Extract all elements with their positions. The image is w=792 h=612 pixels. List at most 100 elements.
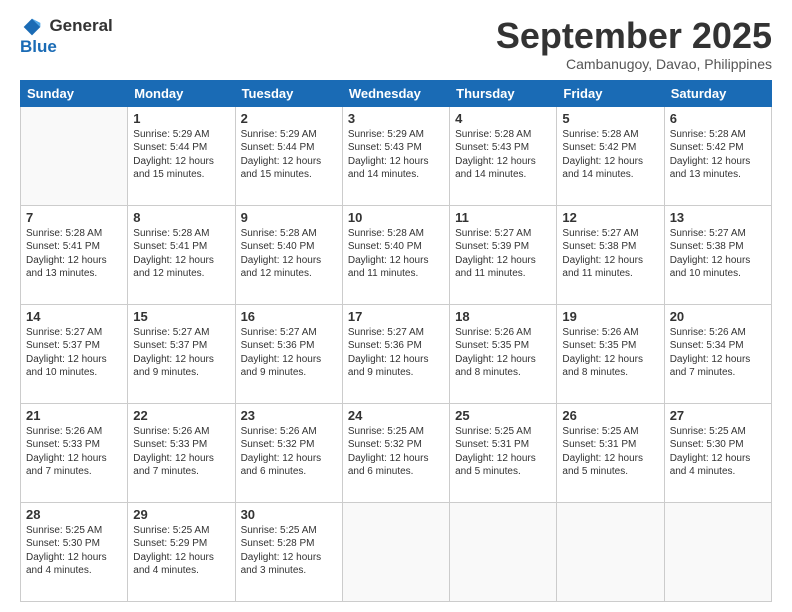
month-title: September 2025 [496,16,772,56]
day-info: Sunrise: 5:27 AM Sunset: 5:37 PM Dayligh… [133,326,229,380]
day-info: Sunrise: 5:27 AM Sunset: 5:36 PM Dayligh… [348,326,444,380]
day-info: Sunrise: 5:28 AM Sunset: 5:40 PM Dayligh… [348,227,444,281]
day-info: Sunrise: 5:28 AM Sunset: 5:41 PM Dayligh… [133,227,229,281]
day-number: 13 [670,210,766,225]
day-cell: 7Sunrise: 5:28 AM Sunset: 5:41 PM Daylig… [21,205,128,304]
day-number: 22 [133,408,229,423]
day-number: 21 [26,408,122,423]
day-number: 26 [562,408,658,423]
day-number: 6 [670,111,766,126]
day-info: Sunrise: 5:26 AM Sunset: 5:33 PM Dayligh… [26,425,122,479]
day-cell: 13Sunrise: 5:27 AM Sunset: 5:38 PM Dayli… [664,205,771,304]
day-number: 17 [348,309,444,324]
day-info: Sunrise: 5:28 AM Sunset: 5:43 PM Dayligh… [455,128,551,182]
day-cell [21,106,128,205]
day-number: 12 [562,210,658,225]
day-info: Sunrise: 5:25 AM Sunset: 5:29 PM Dayligh… [133,524,229,578]
day-cell: 15 Sunrise: 5:27 AM Sunset: 5:37 PM Dayli… [128,304,235,403]
day-info: Sunrise: 5:27 AM Sunset: 5:39 PM Dayligh… [455,227,551,281]
day-number: 18 [455,309,551,324]
day-info: Sunrise: 5:25 AM Sunset: 5:30 PM Dayligh… [670,425,766,479]
day-info: Sunrise: 5:29 AM Sunset: 5:44 PM Dayligh… [133,128,229,182]
week-row-2: 7Sunrise: 5:28 AM Sunset: 5:41 PM Daylig… [21,205,772,304]
week-row-4: 21 Sunrise: 5:26 AM Sunset: 5:33 PM Dayli… [21,403,772,502]
day-number: 1 [133,111,229,126]
day-number: 2 [241,111,337,126]
day-info: Sunrise: 5:25 AM Sunset: 5:31 PM Dayligh… [455,425,551,479]
week-row-5: 28Sunrise: 5:25 AM Sunset: 5:30 PM Dayli… [21,502,772,601]
day-cell: 23 Sunrise: 5:26 AM Sunset: 5:32 PM Dayli… [235,403,342,502]
day-cell: 29 Sunrise: 5:25 AM Sunset: 5:29 PM Dayli… [128,502,235,601]
day-number: 4 [455,111,551,126]
day-cell: 18 Sunrise: 5:26 AM Sunset: 5:35 PM Dayli… [450,304,557,403]
day-number: 24 [348,408,444,423]
day-cell: 27 Sunrise: 5:25 AM Sunset: 5:30 PM Dayli… [664,403,771,502]
day-info: Sunrise: 5:27 AM Sunset: 5:36 PM Dayligh… [241,326,337,380]
day-number: 8 [133,210,229,225]
day-number: 20 [670,309,766,324]
logo-icon [22,17,42,37]
day-cell: 16 Sunrise: 5:27 AM Sunset: 5:36 PM Dayli… [235,304,342,403]
day-cell: 4 Sunrise: 5:28 AM Sunset: 5:43 PM Daylig… [450,106,557,205]
day-number: 15 [133,309,229,324]
calendar-page: General Blue September 2025 Cambanugoy, … [0,0,792,612]
day-cell: 24 Sunrise: 5:25 AM Sunset: 5:32 PM Dayli… [342,403,449,502]
day-info: Sunrise: 5:26 AM Sunset: 5:35 PM Dayligh… [562,326,658,380]
day-cell: 17 Sunrise: 5:27 AM Sunset: 5:36 PM Dayli… [342,304,449,403]
day-info: Sunrise: 5:25 AM Sunset: 5:28 PM Dayligh… [241,524,337,578]
day-number: 30 [241,507,337,522]
col-sunday: Sunday [21,80,128,106]
day-cell [557,502,664,601]
day-number: 19 [562,309,658,324]
day-cell: 12 Sunrise: 5:27 AM Sunset: 5:38 PM Dayli… [557,205,664,304]
day-number: 27 [670,408,766,423]
day-info: Sunrise: 5:26 AM Sunset: 5:32 PM Dayligh… [241,425,337,479]
day-info: Sunrise: 5:28 AM Sunset: 5:40 PM Dayligh… [241,227,337,281]
day-number: 5 [562,111,658,126]
day-cell: 10 Sunrise: 5:28 AM Sunset: 5:40 PM Dayli… [342,205,449,304]
day-cell: 30 Sunrise: 5:25 AM Sunset: 5:28 PM Dayli… [235,502,342,601]
logo: General Blue [20,16,113,57]
day-number: 3 [348,111,444,126]
location: Cambanugoy, Davao, Philippines [496,56,772,72]
day-cell: 11 Sunrise: 5:27 AM Sunset: 5:39 PM Dayli… [450,205,557,304]
day-number: 11 [455,210,551,225]
header-row: Sunday Monday Tuesday Wednesday Thursday… [21,80,772,106]
col-monday: Monday [128,80,235,106]
title-block: September 2025 Cambanugoy, Davao, Philip… [496,16,772,72]
day-number: 10 [348,210,444,225]
week-row-3: 14 Sunrise: 5:27 AM Sunset: 5:37 PM Dayli… [21,304,772,403]
day-number: 25 [455,408,551,423]
day-number: 14 [26,309,122,324]
day-info: Sunrise: 5:28 AM Sunset: 5:42 PM Dayligh… [670,128,766,182]
day-cell: 14Sunrise: 5:27 AM Sunset: 5:37 PM Dayli… [21,304,128,403]
calendar-table: Sunday Monday Tuesday Wednesday Thursday… [20,80,772,602]
day-cell: 22Sunrise: 5:26 AM Sunset: 5:33 PM Dayli… [128,403,235,502]
day-cell: 9Sunrise: 5:28 AM Sunset: 5:40 PM Daylig… [235,205,342,304]
day-info: Sunrise: 5:28 AM Sunset: 5:42 PM Dayligh… [562,128,658,182]
col-wednesday: Wednesday [342,80,449,106]
day-info: Sunrise: 5:29 AM Sunset: 5:44 PM Dayligh… [241,128,337,182]
day-cell: 5 Sunrise: 5:28 AM Sunset: 5:42 PM Daylig… [557,106,664,205]
day-cell: 26 Sunrise: 5:25 AM Sunset: 5:31 PM Dayli… [557,403,664,502]
day-info: Sunrise: 5:25 AM Sunset: 5:30 PM Dayligh… [26,524,122,578]
day-info: Sunrise: 5:25 AM Sunset: 5:32 PM Dayligh… [348,425,444,479]
day-cell [450,502,557,601]
day-info: Sunrise: 5:25 AM Sunset: 5:31 PM Dayligh… [562,425,658,479]
day-info: Sunrise: 5:27 AM Sunset: 5:38 PM Dayligh… [562,227,658,281]
col-saturday: Saturday [664,80,771,106]
day-cell: 8 Sunrise: 5:28 AM Sunset: 5:41 PM Daylig… [128,205,235,304]
day-info: Sunrise: 5:29 AM Sunset: 5:43 PM Dayligh… [348,128,444,182]
day-cell: 28Sunrise: 5:25 AM Sunset: 5:30 PM Dayli… [21,502,128,601]
day-cell [342,502,449,601]
day-cell: 3 Sunrise: 5:29 AM Sunset: 5:43 PM Daylig… [342,106,449,205]
day-cell [664,502,771,601]
day-cell: 1 Sunrise: 5:29 AM Sunset: 5:44 PM Daylig… [128,106,235,205]
day-number: 16 [241,309,337,324]
day-cell: 2 Sunrise: 5:29 AM Sunset: 5:44 PM Daylig… [235,106,342,205]
day-cell: 25 Sunrise: 5:25 AM Sunset: 5:31 PM Dayli… [450,403,557,502]
day-cell: 20Sunrise: 5:26 AM Sunset: 5:34 PM Dayli… [664,304,771,403]
day-info: Sunrise: 5:26 AM Sunset: 5:35 PM Dayligh… [455,326,551,380]
day-number: 23 [241,408,337,423]
day-number: 29 [133,507,229,522]
